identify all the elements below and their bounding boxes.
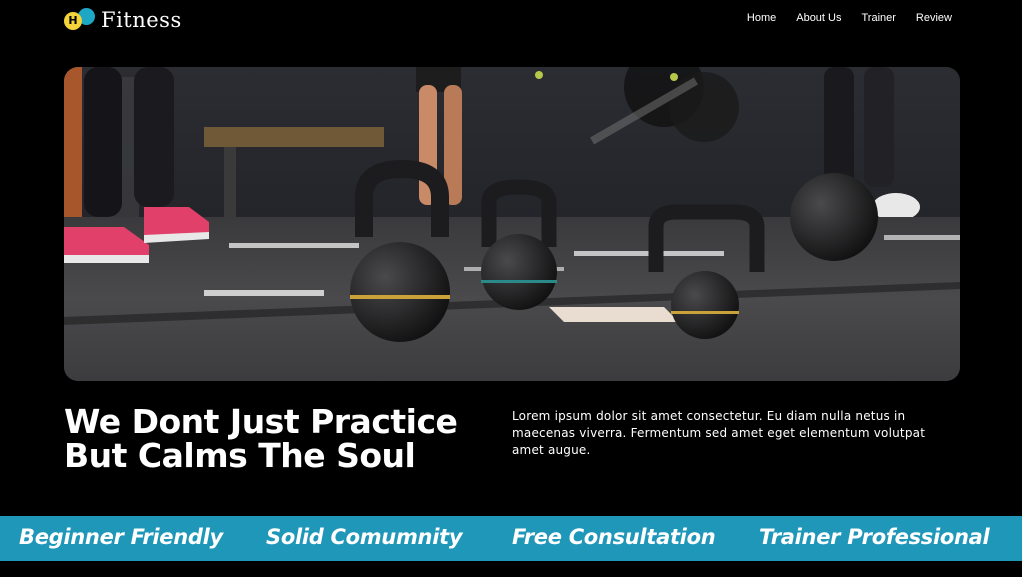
hero-image (64, 67, 960, 381)
hero-description: Lorem ipsum dolor sit amet consectetur. … (512, 409, 926, 457)
features-bar: Beginner Friendly Solid Comumnity Free C… (0, 516, 1022, 561)
logo-icon: H (64, 7, 96, 33)
feature-beginner-friendly: Beginner Friendly (19, 525, 223, 549)
logo-circle-yellow: H (64, 12, 82, 30)
main-nav: Home About Us Trainer Review (747, 12, 952, 24)
nav-home-link[interactable]: Home (747, 12, 776, 24)
feature-free-consultation: Free Consultation (512, 525, 716, 549)
gym-kettlebells-photo (64, 67, 960, 381)
brand-logo[interactable]: H Fitness (64, 7, 182, 33)
feature-solid-community: Solid Comumnity (266, 525, 463, 549)
nav-trainer-link[interactable]: Trainer (861, 12, 895, 24)
brand-name: Fitness (101, 8, 182, 32)
nav-review-link[interactable]: Review (916, 12, 952, 24)
page-headline: We Dont Just Practice But Calms The Soul (64, 402, 458, 475)
feature-trainer-professional: Trainer Professional (759, 525, 990, 549)
nav-about-link[interactable]: About Us (796, 12, 841, 24)
site-header: H Fitness Home About Us Trainer Review (0, 0, 1022, 40)
